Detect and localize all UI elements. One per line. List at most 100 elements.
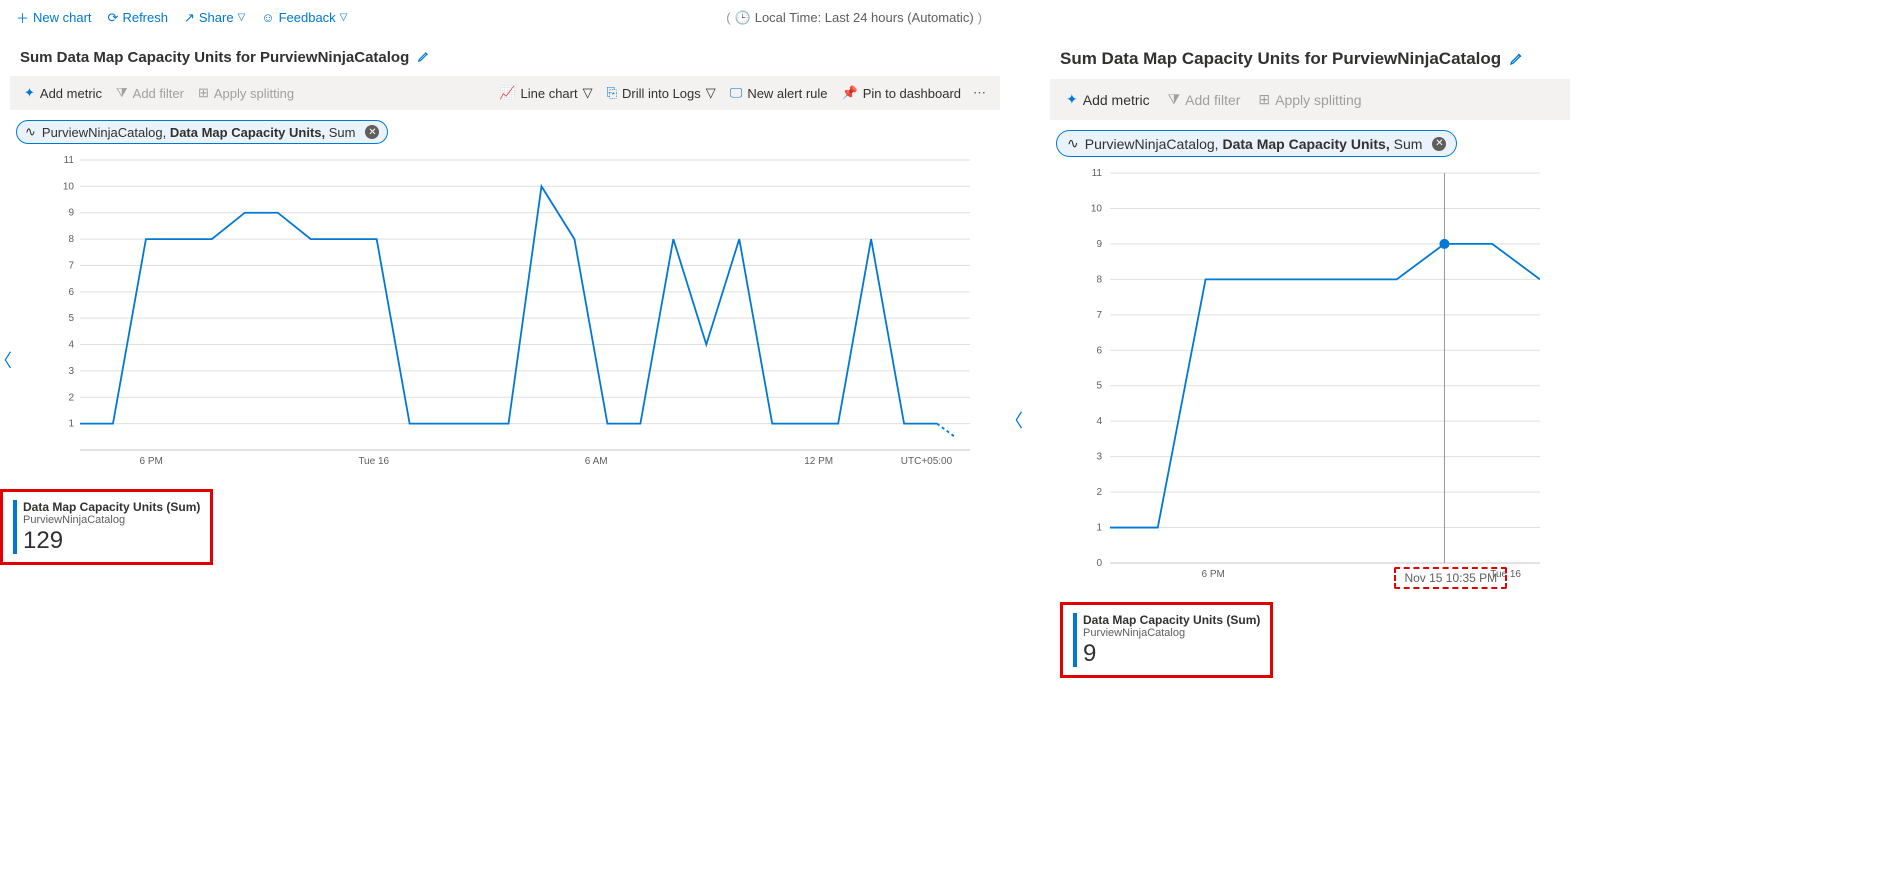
chart-area-left[interactable]: 12345678910116 PMTue 166 AM12 PMUTC+05:0… bbox=[40, 150, 1000, 483]
alert-icon: 🖵 bbox=[730, 85, 743, 101]
clock-icon: 🕒 bbox=[735, 10, 751, 26]
chart-area-right[interactable]: 012345678910116 PMTue 16 Nov 15 10:35 PM bbox=[1060, 163, 1570, 596]
svg-text:7: 7 bbox=[1096, 310, 1102, 321]
time-range-picker[interactable]: 🕒 Local Time: Last 24 hours (Automatic) bbox=[726, 10, 982, 26]
new-chart-button[interactable]: ＋ New chart bbox=[10, 4, 98, 31]
chevron-down-icon: ▽ bbox=[706, 85, 716, 101]
pill-resource: PurviewNinjaCatalog, bbox=[1085, 136, 1223, 152]
pin-label: Pin to dashboard bbox=[863, 86, 961, 101]
chart-type-dropdown[interactable]: 📈 Line chart ▽ bbox=[493, 82, 598, 104]
svg-text:8: 8 bbox=[1096, 274, 1102, 285]
split-icon: ⊞ bbox=[1258, 91, 1270, 108]
chart-toolbar-left: ✦ Add metric ⧩ Add filter ⊞ Apply splitt… bbox=[10, 76, 1000, 110]
svg-text:6: 6 bbox=[68, 287, 74, 298]
legend-color-bar bbox=[1073, 613, 1077, 667]
refresh-icon: ⟳ bbox=[108, 10, 119, 26]
new-alert-button[interactable]: 🖵 New alert rule bbox=[724, 82, 834, 104]
svg-text:6 AM: 6 AM bbox=[585, 456, 608, 467]
hover-timestamp-text: Nov 15 10:35 PM bbox=[1404, 571, 1497, 585]
svg-text:5: 5 bbox=[68, 313, 74, 324]
smile-icon: ☺ bbox=[261, 10, 274, 25]
logs-icon: ⎘ bbox=[607, 85, 617, 101]
svg-text:5: 5 bbox=[1096, 381, 1102, 392]
legend-box-right: Data Map Capacity Units (Sum) PurviewNin… bbox=[1060, 602, 1273, 678]
pin-button[interactable]: 📌 Pin to dashboard bbox=[836, 82, 967, 104]
new-chart-label: New chart bbox=[33, 10, 92, 25]
legend-value: 9 bbox=[1083, 641, 1260, 667]
line-chart-icon: 📈 bbox=[499, 85, 515, 101]
apply-splitting-button[interactable]: ⊞ Apply splitting bbox=[192, 82, 300, 104]
sparkle-icon: ✦ bbox=[24, 85, 35, 101]
add-metric-label: Add metric bbox=[1083, 92, 1150, 108]
legend-resource-name: PurviewNinjaCatalog bbox=[23, 514, 200, 526]
svg-text:10: 10 bbox=[1091, 203, 1103, 214]
refresh-button[interactable]: ⟳ Refresh bbox=[102, 6, 174, 30]
feedback-button[interactable]: ☺ Feedback ▽ bbox=[255, 6, 353, 29]
more-menu-button[interactable]: ⋯ bbox=[969, 82, 992, 104]
add-filter-button[interactable]: ⧩ Add filter bbox=[110, 82, 190, 104]
add-filter-button[interactable]: ⧩ Add filter bbox=[1160, 85, 1249, 114]
pill-metric: Data Map Capacity Units, bbox=[170, 125, 329, 140]
drill-logs-label: Drill into Logs bbox=[622, 86, 701, 101]
svg-text:9: 9 bbox=[1096, 239, 1102, 250]
add-filter-label: Add filter bbox=[133, 86, 184, 101]
edit-title-icon[interactable] bbox=[417, 49, 431, 66]
svg-text:8: 8 bbox=[68, 234, 74, 245]
svg-text:6: 6 bbox=[1096, 345, 1102, 356]
share-button[interactable]: ↗ Share ▽ bbox=[178, 6, 251, 30]
pin-icon: 📌 bbox=[842, 85, 858, 101]
add-metric-label: Add metric bbox=[40, 86, 102, 101]
metric-pill-left[interactable]: ∿ PurviewNinjaCatalog, Data Map Capacity… bbox=[16, 120, 388, 144]
legend-metric-name: Data Map Capacity Units (Sum) bbox=[23, 500, 200, 514]
svg-text:11: 11 bbox=[1092, 168, 1103, 179]
svg-text:2: 2 bbox=[68, 392, 74, 403]
legend-resource-name: PurviewNinjaCatalog bbox=[1083, 627, 1260, 639]
metric-icon: ∿ bbox=[1067, 135, 1079, 152]
pill-agg: Sum bbox=[1394, 136, 1423, 152]
svg-text:9: 9 bbox=[68, 208, 74, 219]
apply-splitting-label: Apply splitting bbox=[214, 86, 294, 101]
chart-panel-right: Sum Data Map Capacity Units for PurviewN… bbox=[1050, 35, 1570, 678]
svg-text:4: 4 bbox=[68, 340, 74, 351]
svg-text:7: 7 bbox=[68, 260, 74, 271]
legend-box-left: Data Map Capacity Units (Sum) PurviewNin… bbox=[0, 489, 213, 565]
collapse-right-icon[interactable]: 〈 bbox=[1005, 407, 1023, 433]
feedback-label: Feedback bbox=[279, 10, 336, 25]
legend-color-bar bbox=[13, 500, 17, 554]
svg-text:0: 0 bbox=[1096, 558, 1102, 569]
svg-text:3: 3 bbox=[68, 366, 74, 377]
svg-text:UTC+05:00: UTC+05:00 bbox=[901, 456, 953, 467]
split-icon: ⊞ bbox=[198, 85, 209, 101]
pill-metric: Data Map Capacity Units, bbox=[1222, 136, 1393, 152]
drill-logs-button[interactable]: ⎘ Drill into Logs ▽ bbox=[601, 82, 722, 104]
plus-icon: ＋ bbox=[16, 8, 29, 27]
chevron-down-icon: ▽ bbox=[583, 85, 593, 101]
filter-icon: ⧩ bbox=[116, 85, 128, 101]
chart-toolbar-right: ✦ Add metric ⧩ Add filter ⊞ Apply splitt… bbox=[1050, 79, 1570, 120]
metric-icon: ∿ bbox=[25, 124, 36, 140]
metric-pill-right[interactable]: ∿ PurviewNinjaCatalog, Data Map Capacity… bbox=[1056, 130, 1457, 157]
remove-pill-icon[interactable]: ✕ bbox=[365, 125, 379, 139]
svg-text:11: 11 bbox=[64, 155, 75, 166]
chevron-down-icon: ▽ bbox=[238, 12, 246, 23]
chevron-down-icon: ▽ bbox=[340, 12, 348, 23]
add-metric-button[interactable]: ✦ Add metric bbox=[1058, 85, 1158, 114]
new-alert-label: New alert rule bbox=[747, 86, 827, 101]
pill-resource: PurviewNinjaCatalog, bbox=[42, 125, 170, 140]
share-label: Share bbox=[199, 10, 234, 25]
remove-pill-icon[interactable]: ✕ bbox=[1432, 137, 1446, 151]
add-metric-button[interactable]: ✦ Add metric bbox=[18, 82, 108, 104]
legend-value: 129 bbox=[23, 528, 200, 554]
chart-title-left: Sum Data Map Capacity Units for PurviewN… bbox=[20, 49, 409, 66]
time-range-label: Local Time: Last 24 hours (Automatic) bbox=[755, 10, 974, 25]
share-icon: ↗ bbox=[184, 10, 195, 26]
apply-splitting-button[interactable]: ⊞ Apply splitting bbox=[1250, 85, 1369, 114]
svg-text:3: 3 bbox=[1096, 452, 1102, 463]
svg-text:1: 1 bbox=[1096, 523, 1102, 534]
edit-title-icon[interactable] bbox=[1509, 50, 1525, 69]
add-filter-label: Add filter bbox=[1185, 92, 1240, 108]
hover-timestamp-tooltip: Nov 15 10:35 PM bbox=[1394, 567, 1507, 589]
chart-type-label: Line chart bbox=[521, 86, 578, 101]
svg-text:6 PM: 6 PM bbox=[1202, 569, 1225, 580]
svg-text:12 PM: 12 PM bbox=[804, 456, 833, 467]
